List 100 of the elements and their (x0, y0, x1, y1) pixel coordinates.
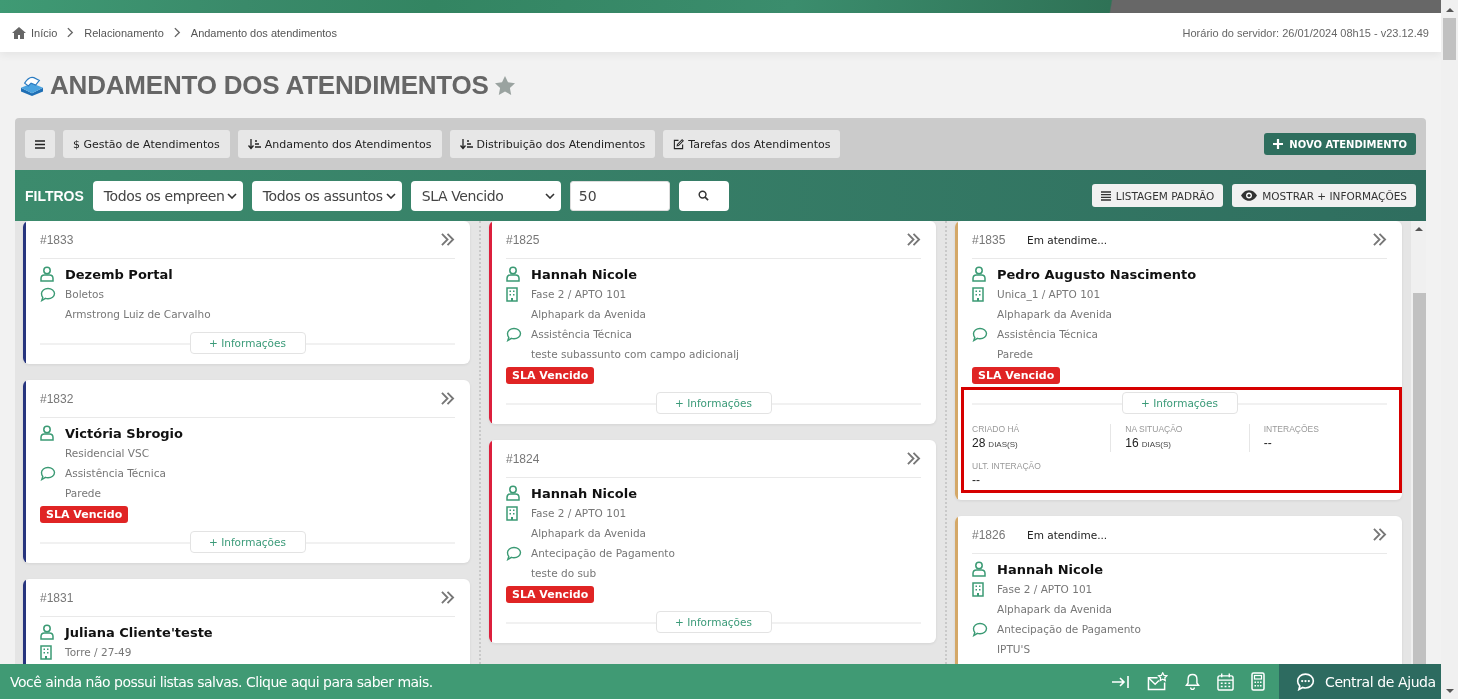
server-time: Horário do servidor: 26/01/2024 08h15 - v23.12.49 (1182, 26, 1429, 39)
stat-label: INTERAÇÕES (1263, 424, 1320, 434)
double-chevron-icon[interactable] (1372, 233, 1387, 246)
mail-star-icon[interactable] (1147, 672, 1168, 691)
ticket-detail: Parede (65, 487, 101, 499)
home-icon[interactable] (12, 26, 26, 39)
double-chevron-icon[interactable] (906, 452, 921, 465)
ticket-detail: Boletos (65, 288, 105, 300)
ticket-detail: IPTU'S (997, 643, 1031, 655)
person-icon (40, 266, 54, 282)
customer-name: Dezemb Portal (65, 266, 173, 282)
double-chevron-icon[interactable] (906, 233, 921, 246)
speech-bubble-icon (40, 465, 56, 481)
more-info-button[interactable]: + Informações (655, 611, 772, 633)
calendar-icon[interactable] (1217, 672, 1234, 691)
sort-icon (459, 138, 473, 150)
ticket-detail: Alphapark da Avenida (531, 527, 647, 539)
filters-label: FILTROS (25, 187, 84, 204)
filter-select[interactable]: Todos os assuntos (251, 180, 402, 211)
handshake-box-icon (20, 74, 44, 96)
breadcrumb-link[interactable]: Relacionamento (84, 26, 164, 39)
chevron-right-icon (67, 27, 75, 38)
filter-select[interactable]: SLA Vencido (410, 180, 561, 211)
ticket-number: #1835 (972, 232, 1007, 247)
sla-badge: SLA Vencido (506, 367, 595, 384)
ticket-detail: Assistência Técnica (65, 467, 166, 479)
menu-icon (35, 139, 45, 149)
person-icon (972, 561, 986, 577)
building-icon (506, 286, 518, 302)
notification-bell-icon[interactable] (1185, 673, 1200, 690)
favorite-star-icon[interactable] (494, 75, 515, 95)
person-icon (40, 624, 54, 640)
breadcrumb-link[interactable]: Início (31, 26, 58, 39)
toolbar-button[interactable]: Distribuição dos Atendimentos (449, 130, 656, 158)
ticket-detail: Antecipação de Pagamento (997, 623, 1141, 635)
person-icon (506, 266, 520, 282)
help-center-button[interactable]: Central de Ajuda (1279, 664, 1441, 699)
person-icon (972, 266, 986, 282)
building-icon (972, 286, 984, 302)
ticket-number: #1831 (40, 590, 75, 605)
stat-label: ULT. INTERAÇÃO (972, 461, 1042, 471)
speech-bubble-icon (972, 326, 988, 342)
speech-bubble-icon (506, 545, 522, 561)
ticket-detail: Parede (997, 348, 1033, 360)
building-icon (506, 505, 518, 521)
stat-label: NA SITUAÇÃO (1125, 424, 1184, 434)
ticket-number: #1825 (506, 232, 541, 247)
ticket-number: #1826 (972, 527, 1007, 542)
edit-icon (673, 138, 685, 150)
collapse-arrow-icon[interactable] (1112, 674, 1130, 689)
toolbar-button[interactable]: Tarefas dos Atendimentos (663, 130, 841, 158)
speech-bubble-icon (40, 286, 56, 302)
double-chevron-icon[interactable] (440, 591, 455, 604)
customer-name: Victória Sbrogio (65, 425, 183, 441)
search-button[interactable] (678, 180, 729, 211)
customer-name: Hannah Nicole (531, 485, 637, 501)
stat-value: -- (1263, 436, 1273, 450)
ticket-detail: Alphapark da Avenida (531, 308, 647, 320)
ticket-number: #1833 (40, 232, 75, 247)
customer-name: Juliana Cliente'teste (65, 624, 213, 640)
customer-name: Hannah Nicole (997, 561, 1103, 577)
caret-icon (385, 192, 396, 199)
ticket-detail: Residencial VSC (65, 447, 149, 459)
sla-badge: SLA Vencido (506, 586, 595, 603)
show-more-button[interactable]: MOSTRAR + INFORMAÇÕES (1232, 184, 1416, 207)
toolbar-button[interactable]: $ Gestão de Atendimentos (63, 130, 230, 158)
stat-label: CRIADO HÁ (972, 424, 1021, 434)
ticket-detail: Unica_1 / APTO 101 (997, 288, 1101, 300)
caret-icon (544, 192, 555, 199)
ticket-detail: Armstrong Luiz de Carvalho (65, 308, 211, 320)
ticket-detail: Fase 2 / APTO 101 (531, 288, 627, 300)
more-info-button[interactable]: + Informações (655, 392, 772, 414)
ticket-detail: Alphapark da Avenida (997, 603, 1113, 615)
more-info-button[interactable]: + Informações (189, 531, 306, 553)
filter-select[interactable]: Todos os empreen (92, 180, 243, 211)
more-info-button[interactable]: + Informações (1121, 392, 1238, 414)
plus-icon (1273, 139, 1284, 149)
person-icon (506, 485, 520, 501)
more-info-button[interactable]: + Informações (189, 332, 306, 354)
double-chevron-icon[interactable] (440, 233, 455, 246)
breadcrumb-link[interactable]: Andamento dos atendimentos (190, 26, 337, 39)
ticket-detail: teste subassunto com campo adicionalj (531, 348, 739, 360)
quantity-field[interactable]: 50 (569, 180, 670, 211)
caret-icon (226, 192, 237, 199)
new-ticket-button[interactable]: NOVO ATENDIMENTO (1264, 133, 1416, 155)
ticket-detail: Fase 2 / APTO 101 (997, 583, 1093, 595)
speech-bubble-icon (972, 621, 988, 637)
stat-value: -- (972, 473, 981, 487)
building-icon (972, 581, 984, 597)
toolbar-button[interactable]: Andamento dos Atendimentos (237, 130, 442, 158)
double-chevron-icon[interactable] (440, 392, 455, 405)
list-view-button[interactable]: LISTAGEM PADRÃO (1091, 184, 1224, 207)
scrollbar[interactable] (1411, 221, 1426, 664)
ticket-detail: Torre / 27-49 (65, 646, 132, 658)
menu-button[interactable] (25, 130, 55, 158)
sort-icon (247, 138, 261, 150)
calculator-icon[interactable] (1251, 672, 1265, 691)
ticket-detail: Antecipação de Pagamento (531, 547, 675, 559)
eye-icon (1241, 190, 1258, 201)
double-chevron-icon[interactable] (1372, 528, 1387, 541)
